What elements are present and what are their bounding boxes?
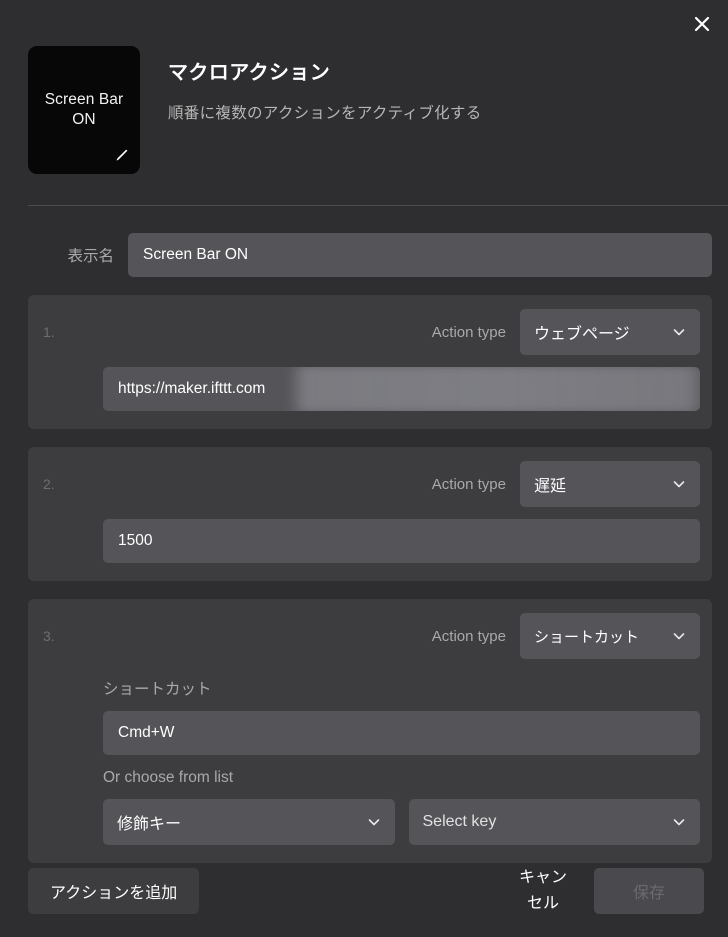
action-3-number: 3. (43, 628, 55, 644)
chevron-down-icon (673, 633, 685, 640)
action-2-number: 2. (43, 476, 55, 492)
modifier-key-value: 修飾キー (117, 816, 182, 833)
chevron-down-icon (673, 481, 685, 488)
macro-thumbnail[interactable]: Screen Bar ON (28, 46, 140, 174)
close-button[interactable] (684, 6, 720, 42)
thumbnail-line-2: ON (72, 111, 96, 128)
action-1-header: 1. Action type ウェブページ (40, 309, 700, 355)
action-2-type-label: Action type (431, 475, 506, 493)
action-1-type-label: Action type (431, 323, 506, 341)
add-action-button[interactable]: アクションを追加 (28, 868, 200, 914)
dialog-header: Screen Bar ON マクロアクション 順番に複数のアクションをアクティブ… (0, 0, 728, 174)
header-divider (28, 205, 728, 206)
shortcut-input[interactable]: Cmd+W (103, 711, 700, 755)
shortcut-selects-row: 修飾キー Select key (103, 799, 700, 845)
action-2-body: 1500 (40, 519, 700, 563)
action-1-body: https://maker.ifttt.com (40, 367, 700, 411)
shortcut-field-label: ショートカット (103, 681, 212, 698)
select-key-value: Select key (422, 813, 497, 830)
chevron-down-icon (368, 819, 379, 826)
close-icon (694, 16, 710, 32)
display-name-row: 表示名 Screen Bar ON (28, 233, 712, 277)
action-3-header: 3. Action type ショートカット (40, 613, 700, 659)
pencil-icon[interactable] (112, 147, 130, 165)
page-title: マクロアクション (168, 62, 331, 84)
action-2-delay-input[interactable]: 1500 (103, 519, 700, 563)
action-1-url-value: https://maker.ifttt.com (118, 380, 266, 397)
action-1-type-select[interactable]: ウェブページ (520, 309, 700, 355)
action-2-header: 2. Action type 遅延 (40, 461, 700, 507)
header-text-block: マクロアクション 順番に複数のアクションをアクティブ化する (140, 46, 482, 123)
cancel-label-line-2: セル (526, 895, 559, 912)
select-key-select[interactable]: Select key (408, 799, 700, 845)
choose-from-list-label: Or choose from list (103, 769, 234, 786)
redaction-overlay (288, 367, 700, 411)
chevron-down-icon (673, 329, 685, 336)
macro-action-dialog: Screen Bar ON マクロアクション 順番に複数のアクションをアクティブ… (0, 0, 728, 937)
action-1-number: 1. (43, 324, 55, 340)
action-block-3: 3. Action type ショートカット ショートカット Cmd+W Or … (28, 599, 712, 863)
action-block-2: 2. Action type 遅延 1500 (28, 447, 712, 581)
cancel-button[interactable]: キャン セル (512, 865, 574, 917)
chevron-down-icon (673, 819, 685, 826)
action-block-1: 1. Action type ウェブページ https://maker.iftt… (28, 295, 712, 429)
thumbnail-line-1: Screen Bar (44, 91, 124, 108)
action-2-type-value: 遅延 (534, 478, 567, 495)
modifier-key-select[interactable]: 修飾キー (103, 799, 395, 845)
action-1-url-input[interactable]: https://maker.ifttt.com (103, 367, 700, 411)
action-3-type-value: ショートカット (534, 628, 640, 646)
action-2-type-select[interactable]: 遅延 (520, 461, 700, 507)
action-3-body: ショートカット Cmd+W Or choose from list 修飾キー S… (40, 677, 700, 845)
display-name-input[interactable]: Screen Bar ON (128, 233, 712, 277)
action-1-type-value: ウェブページ (534, 326, 630, 343)
save-button[interactable]: 保存 (594, 868, 704, 914)
display-name-label: 表示名 (67, 248, 114, 265)
cancel-label-line-1: キャン (518, 869, 567, 886)
dialog-footer: アクションを追加 キャン セル 保存 (0, 845, 728, 937)
page-subtitle: 順番に複数のアクションをアクティブ化する (168, 105, 482, 122)
action-3-type-label: Action type (431, 627, 506, 645)
action-3-type-select[interactable]: ショートカット (520, 613, 700, 659)
